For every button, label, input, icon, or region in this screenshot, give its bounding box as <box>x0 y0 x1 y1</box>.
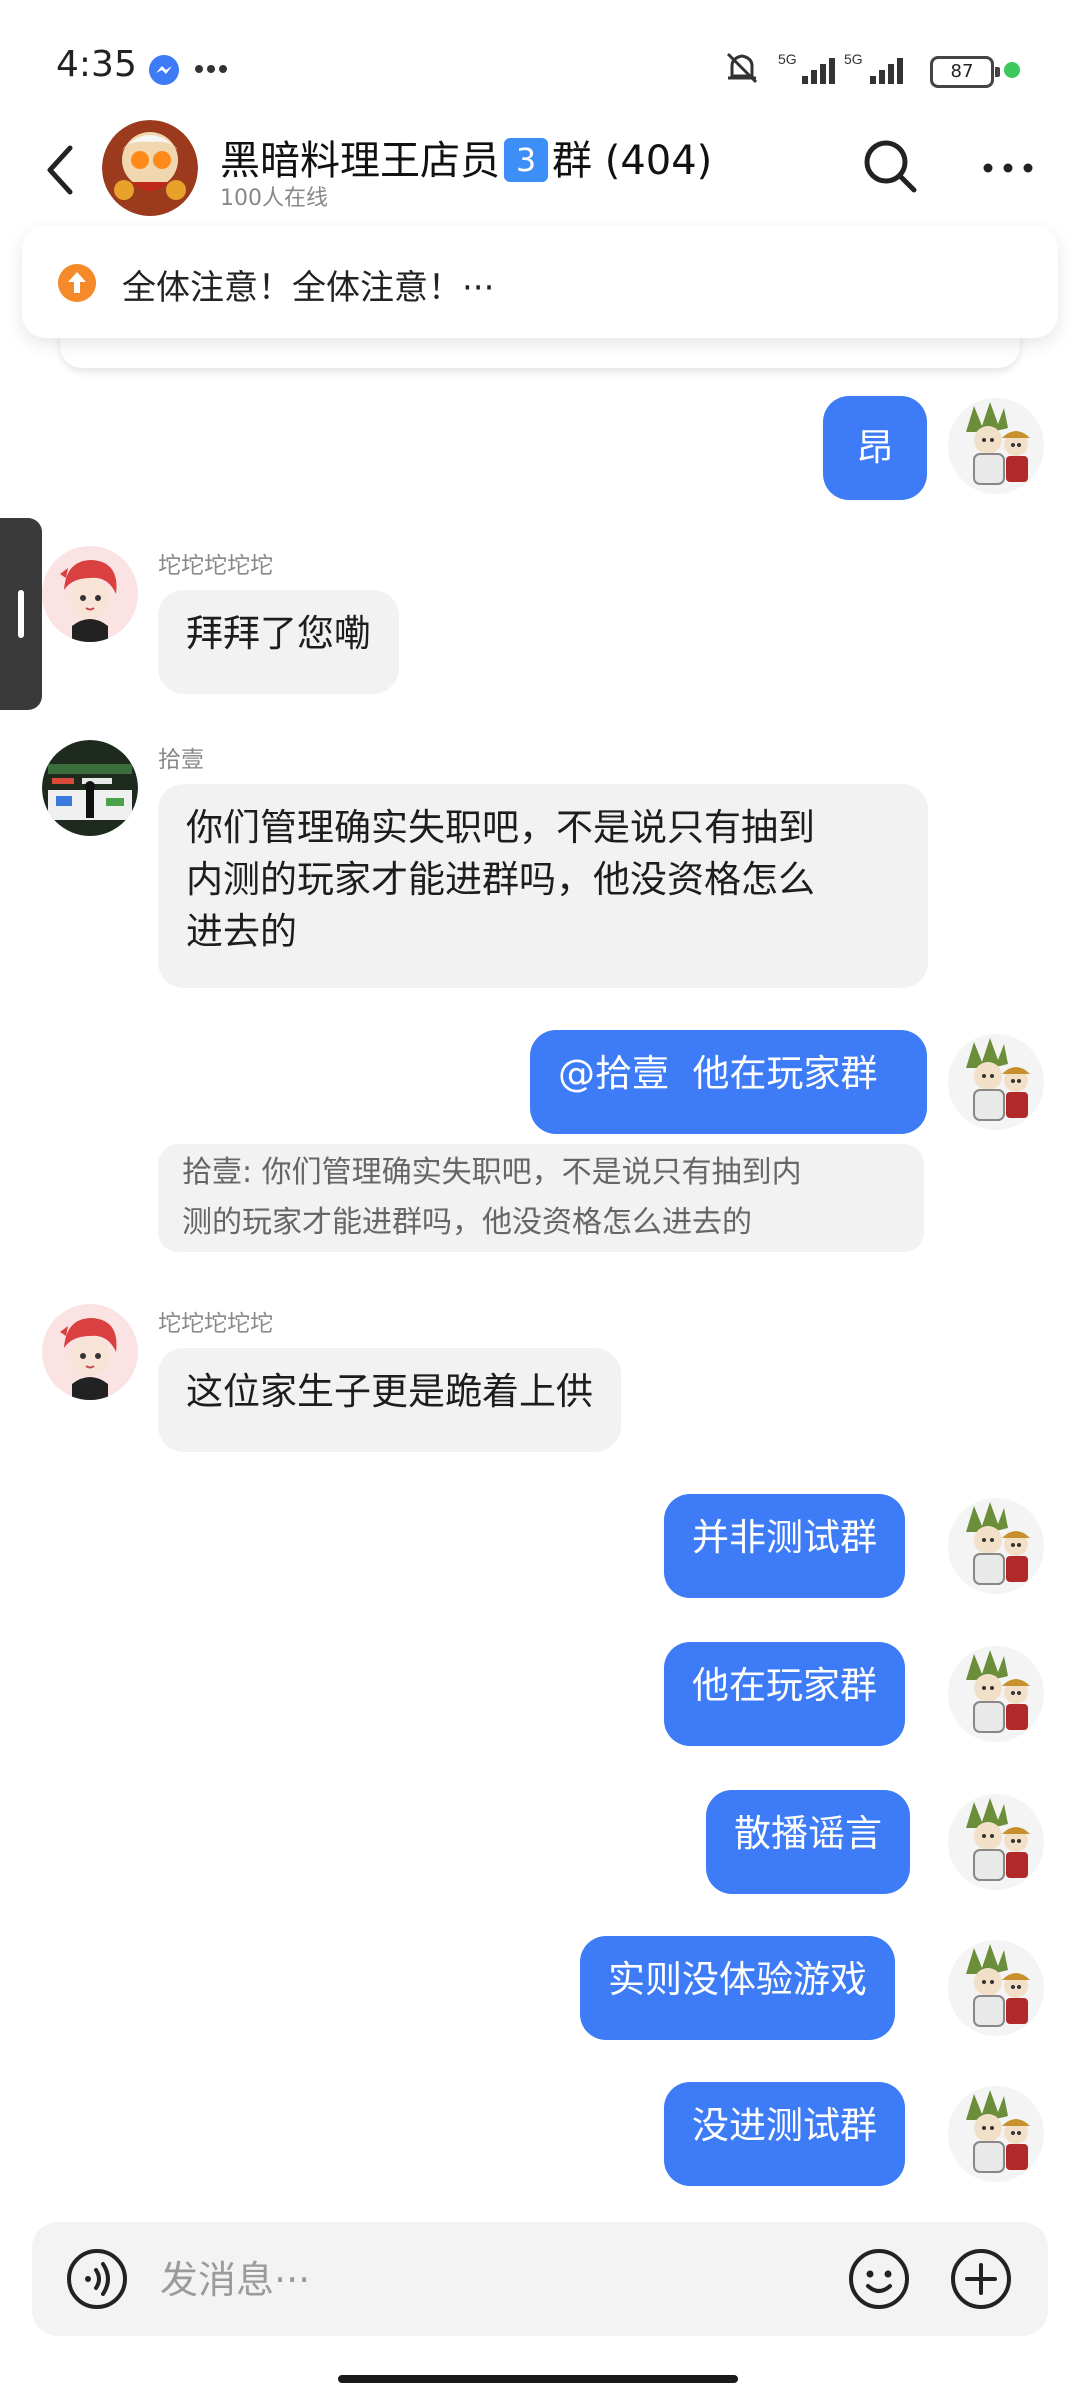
self-avatar[interactable] <box>948 398 1044 494</box>
quoted-reply[interactable]: 拾壹: 你们管理确实失职吧，不是说只有抽到内 测的玩家才能进群吗，他没资格怎么进… <box>158 1144 924 1252</box>
sender-name: 坨坨坨坨坨 <box>158 553 273 579</box>
sender-name: 拾壹 <box>158 747 204 773</box>
sender-avatar[interactable] <box>42 740 138 836</box>
self-avatar[interactable] <box>948 1940 1044 2036</box>
more-notifications-icon <box>195 65 227 73</box>
group-avatar[interactable] <box>102 120 198 216</box>
more-options-icon[interactable] <box>980 140 1036 196</box>
message-bubble-incoming[interactable]: 拜拜了您嘞 <box>158 590 399 694</box>
message-bubble-outgoing[interactable]: @拾壹 他在玩家群 <box>530 1030 927 1134</box>
message-bubble-outgoing[interactable]: 昂 <box>823 396 927 500</box>
chat-header: 黑暗料理王店员 3 群 (404) 100人在线 <box>0 120 1080 230</box>
back-arrow-icon[interactable] <box>40 140 80 200</box>
charging-dot <box>1004 62 1020 78</box>
status-bar: 4:35 5G 5G 87 <box>0 0 1080 120</box>
message-bubble-outgoing[interactable]: 散播谣言 <box>706 1790 910 1894</box>
quote-line: 测的玩家才能进群吗，他没资格怎么进去的 <box>182 1205 752 1240</box>
message-bubble-incoming[interactable]: 这位家生子更是跪着上供 <box>158 1348 621 1452</box>
message-line: 进去的 <box>186 910 297 953</box>
group-notice-banner[interactable]: 全体注意！全体注意！··· <box>22 226 1058 338</box>
announcement-up-icon <box>58 264 96 302</box>
search-icon[interactable] <box>862 138 918 194</box>
message-bubble-incoming[interactable]: 你们管理确实失职吧，不是说只有抽到 内测的玩家才能进群吗，他没资格怎么 进去的 <box>158 784 928 988</box>
notice-text: 全体注意！全体注意！··· <box>122 268 495 308</box>
group-number-badge: 3 <box>504 138 548 182</box>
self-avatar[interactable] <box>948 1498 1044 1594</box>
self-avatar[interactable] <box>948 1646 1044 1742</box>
home-indicator[interactable] <box>338 2375 738 2383</box>
status-time: 4:35 <box>56 44 137 85</box>
signal-5g-icon: 5G 5G <box>778 51 903 84</box>
battery-indicator: 87 <box>930 56 1000 88</box>
sender-avatar[interactable] <box>42 1304 138 1400</box>
voice-input-icon[interactable] <box>66 2248 128 2310</box>
message-line: 你们管理确实失职吧，不是说只有抽到 <box>186 806 815 849</box>
group-title[interactable]: 黑暗料理王店员 3 群 (404) <box>220 128 712 186</box>
mute-icon <box>726 52 758 84</box>
plus-icon[interactable] <box>950 2248 1012 2310</box>
message-bubble-outgoing[interactable]: 他在玩家群 <box>664 1642 905 1746</box>
message-bubble-outgoing[interactable]: 并非测试群 <box>664 1494 905 1598</box>
message-input[interactable] <box>158 2246 722 2314</box>
message-line: 内测的玩家才能进群吗，他没资格怎么 <box>186 858 815 901</box>
messenger-icon <box>149 55 179 85</box>
group-title-text: 黑暗料理王店员 <box>220 138 500 184</box>
svg-text:5G: 5G <box>778 51 797 67</box>
quote-line: 拾壹: 你们管理确实失职吧，不是说只有抽到内 <box>182 1155 802 1190</box>
online-count: 100人在线 <box>220 186 328 211</box>
svg-text:5G: 5G <box>844 51 863 67</box>
group-member-count: 群 (404) <box>552 138 713 184</box>
message-bubble-outgoing[interactable]: 没进测试群 <box>664 2082 905 2186</box>
sender-avatar[interactable] <box>42 546 138 642</box>
self-avatar[interactable] <box>948 1034 1044 1130</box>
emoji-icon[interactable] <box>848 2248 910 2310</box>
side-drawer-handle[interactable] <box>0 518 42 710</box>
self-avatar[interactable] <box>948 1794 1044 1890</box>
sender-name: 坨坨坨坨坨 <box>158 1311 273 1337</box>
message-input-bar <box>32 2222 1048 2336</box>
self-avatar[interactable] <box>948 2086 1044 2182</box>
message-bubble-outgoing[interactable]: 实则没体验游戏 <box>580 1936 895 2040</box>
